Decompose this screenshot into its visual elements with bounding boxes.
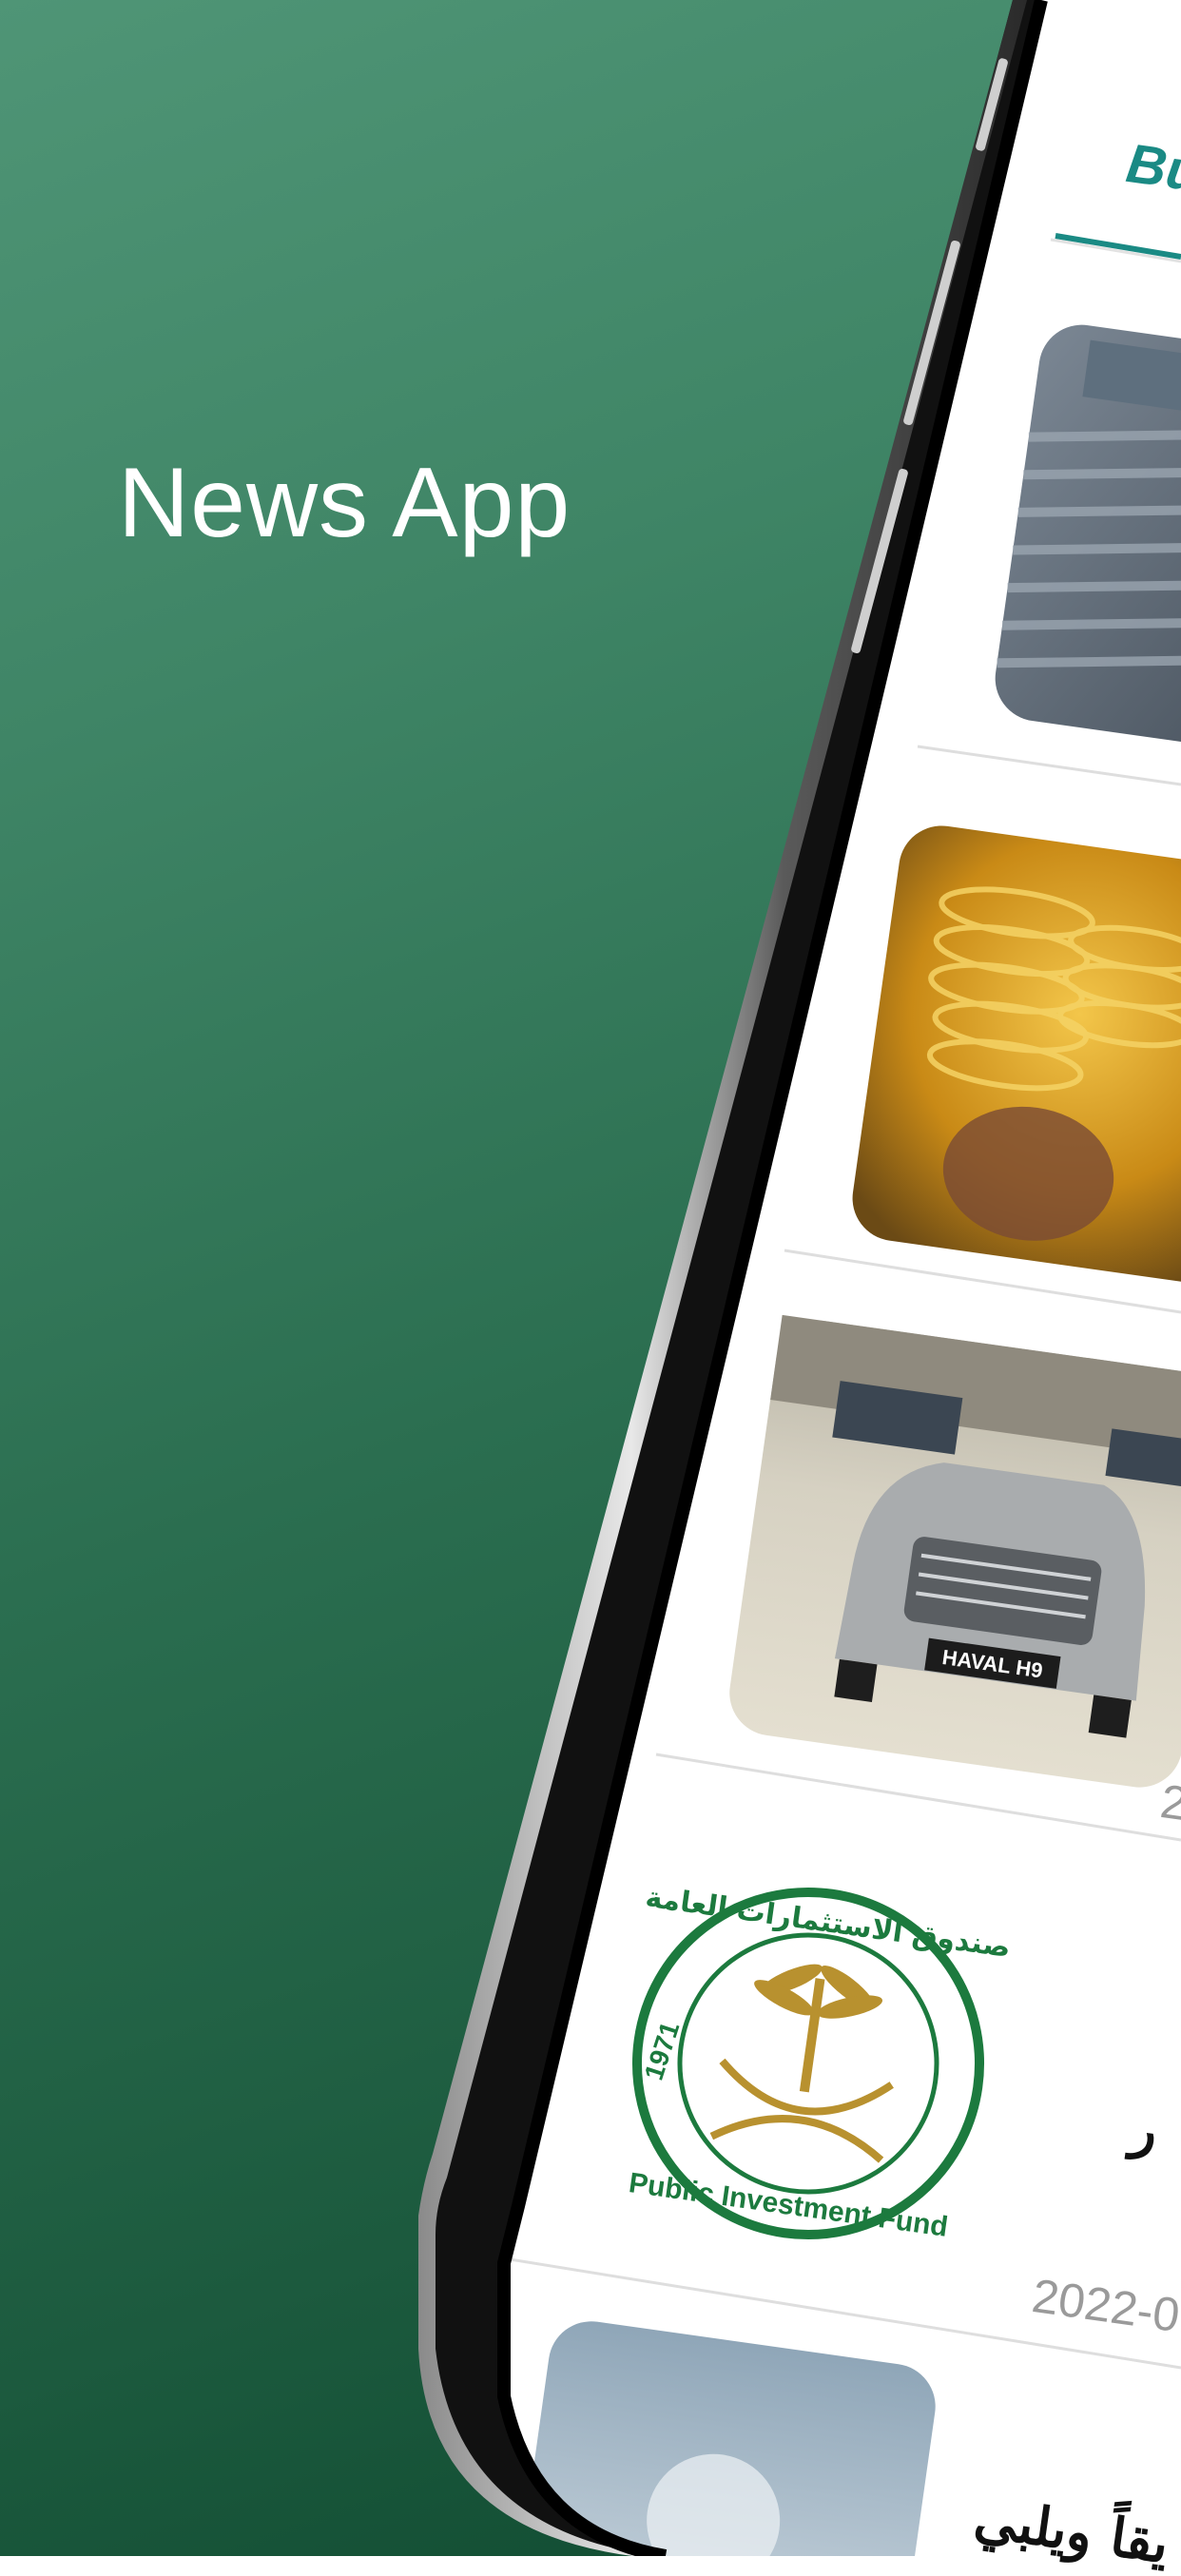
phone-mockup: HAVAL H9 Public Investment Fund صندوق ال…: [418, 0, 1181, 2556]
app-screen: HAVAL H9 Public Investment Fund صندوق ال…: [504, 0, 1181, 2556]
article-image-gold[interactable]: [847, 821, 1181, 1290]
tab-business[interactable]: Bu: [1123, 131, 1181, 204]
article-image-car[interactable]: HAVAL H9: [724, 1314, 1181, 1793]
